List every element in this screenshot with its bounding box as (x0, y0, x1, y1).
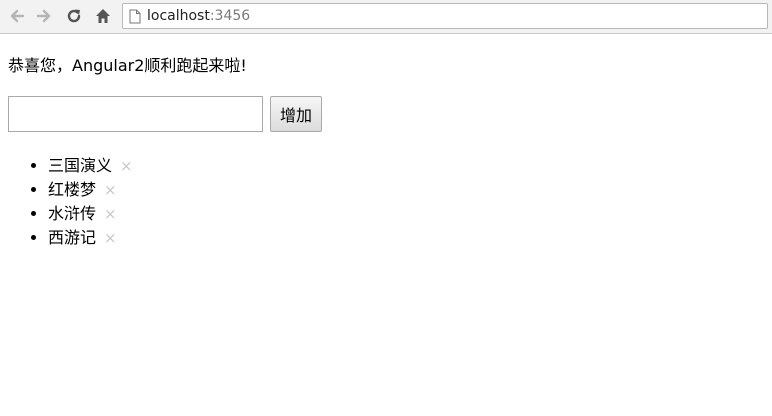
url-port: :3456 (209, 8, 251, 24)
home-icon (96, 9, 110, 23)
address-bar[interactable]: localhost:3456 (122, 3, 768, 29)
book-title: 水浒传 (48, 204, 97, 223)
url-text: localhost:3456 (147, 8, 250, 24)
book-title: 红楼梦 (48, 180, 97, 199)
add-book-form: 增加 (8, 96, 764, 132)
remove-icon[interactable]: × (104, 205, 117, 223)
add-button[interactable]: 增加 (270, 96, 322, 132)
home-button[interactable] (92, 5, 114, 27)
remove-icon[interactable]: × (120, 157, 133, 175)
back-button[interactable] (6, 5, 28, 27)
book-list: 三国演义 × 红楼梦 × 水浒传 × 西游记 × (8, 154, 764, 250)
list-item: 红楼梦 × (48, 178, 764, 202)
book-title: 西游记 (48, 228, 97, 247)
list-item: 水浒传 × (48, 202, 764, 226)
page-content: 恭喜您，Angular2顺利跑起来啦! 增加 三国演义 × 红楼梦 × 水浒传 × 西… (0, 55, 772, 250)
list-item: 西游记 × (48, 226, 764, 250)
forward-arrow-icon (36, 9, 51, 23)
remove-icon[interactable]: × (104, 229, 117, 247)
url-host: localhost (147, 8, 210, 24)
reload-button[interactable] (63, 5, 85, 27)
page-icon (129, 9, 141, 24)
remove-icon[interactable]: × (104, 181, 117, 199)
greeting-text: 恭喜您，Angular2顺利跑起来啦! (8, 56, 247, 75)
book-title: 三国演义 (48, 156, 113, 175)
list-item: 三国演义 × (48, 154, 764, 178)
book-title-input[interactable] (8, 96, 263, 132)
browser-toolbar: localhost:3456 (0, 0, 772, 34)
forward-button[interactable] (33, 5, 55, 27)
reload-icon (67, 9, 81, 23)
back-arrow-icon (10, 9, 25, 23)
